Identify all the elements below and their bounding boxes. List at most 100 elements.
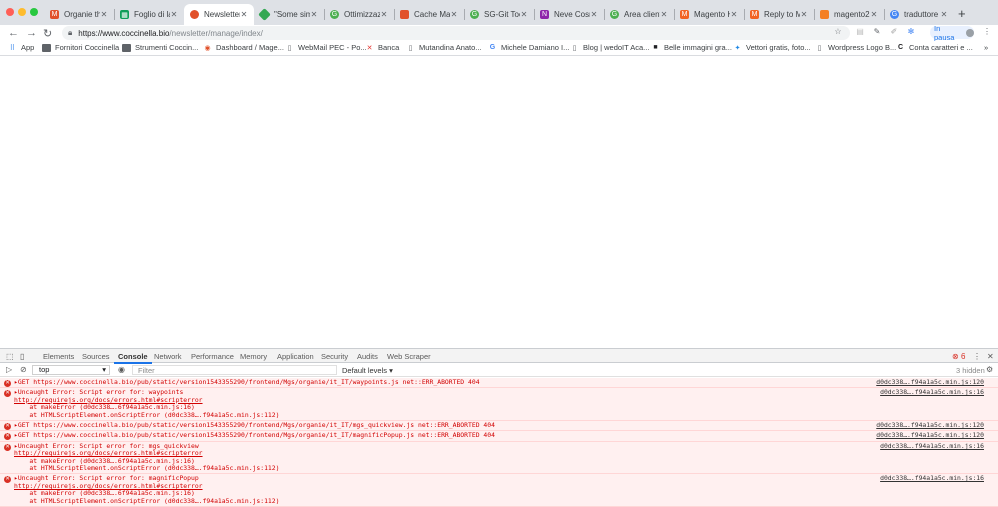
- devtools-tab-memory[interactable]: Memory: [240, 352, 267, 361]
- devtools-tab-security[interactable]: Security: [321, 352, 348, 361]
- close-icon[interactable]: ✕: [450, 10, 458, 19]
- log-levels-dropdown[interactable]: Default levels ▾: [342, 366, 393, 375]
- clear-console-icon[interactable]: ⊘: [20, 365, 27, 374]
- console-error-row[interactable]: ✕ ▸Uncaught Error: Script error for: mag…: [0, 474, 998, 507]
- bookmark-item[interactable]: G Michele Damiano I...: [488, 43, 570, 52]
- close-icon[interactable]: ✕: [240, 10, 248, 19]
- devtools-tab-network[interactable]: Network: [154, 352, 182, 361]
- browser-tab[interactable]: GSG-Git Tool✕: [464, 4, 534, 25]
- bookmark-item[interactable]: ◉ Dashboard / Mage...: [203, 43, 284, 52]
- extension-translate-icon[interactable]: ▤: [856, 28, 864, 36]
- document-icon: ▯: [408, 44, 413, 52]
- close-icon[interactable]: ✕: [100, 10, 108, 19]
- close-icon[interactable]: ✕: [310, 10, 318, 19]
- console-error-row[interactable]: ✕ ▸Uncaught Error: Script error for: way…: [0, 388, 998, 422]
- bookmark-item[interactable]: ■ Belle immagini gra...: [651, 43, 732, 52]
- close-icon[interactable]: ✕: [170, 10, 178, 19]
- browser-tab[interactable]: MOrganie the✕: [44, 4, 114, 25]
- browser-tab[interactable]: magento2 -✕: [814, 4, 884, 25]
- console-error-row[interactable]: ✕ ▸GET https://www.coccinella.bio/pub/st…: [0, 378, 998, 389]
- browser-tab[interactable]: MMagento He✕: [674, 4, 744, 25]
- browser-tab[interactable]: Cache Man✕: [394, 4, 464, 25]
- devtools-menu-icon[interactable]: ⋮: [973, 352, 981, 361]
- star-icon[interactable]: ☆: [834, 28, 842, 36]
- page-viewport: [0, 57, 998, 348]
- browser-tab[interactable]: MReply to Me✕: [744, 4, 814, 25]
- forward-arrow-icon[interactable]: →: [26, 27, 37, 39]
- error-count-badge[interactable]: ⊗ 6: [952, 352, 965, 361]
- context-selector[interactable]: top ▾: [32, 365, 110, 375]
- bookmark-item[interactable]: C Conta caratteri e ...: [896, 43, 973, 52]
- magento-icon: M: [50, 10, 59, 19]
- source-link[interactable]: d0dc338….f94a1a5c.min.js:120: [876, 432, 984, 440]
- bookmark-item[interactable]: ▯ Blog | wedoIT Aca...: [570, 43, 650, 52]
- devtools-tab-audits[interactable]: Audits: [357, 352, 378, 361]
- source-link[interactable]: d0dc338….f94a1a5c.min.js:16: [880, 442, 984, 450]
- bookmarks-overflow-button[interactable]: »: [984, 43, 988, 52]
- profile-paused-button[interactable]: In pausa: [930, 24, 974, 42]
- reload-icon[interactable]: ↻: [43, 27, 52, 40]
- browser-tab[interactable]: "Some simp✕: [254, 4, 324, 25]
- bookmark-folder[interactable]: Strumenti Coccin...: [122, 43, 198, 52]
- stackoverflow-icon: [820, 10, 829, 19]
- close-icon[interactable]: ✕: [940, 10, 948, 19]
- close-icon[interactable]: ✕: [520, 10, 528, 19]
- devtools-tab-web-scraper[interactable]: Web Scraper: [387, 352, 431, 361]
- close-icon[interactable]: ✕: [590, 10, 598, 19]
- back-arrow-icon[interactable]: ←: [8, 27, 19, 39]
- vector-icon: ✦: [734, 44, 741, 52]
- close-icon[interactable]: ✕: [870, 10, 878, 19]
- source-link[interactable]: d0dc338….f94a1a5c.min.js:120: [876, 421, 984, 429]
- sheets-icon: ▦: [120, 10, 129, 19]
- close-icon[interactable]: ✕: [660, 10, 668, 19]
- bookmark-item[interactable]: ✕ Banca: [365, 43, 400, 52]
- extension-eyedropper-icon[interactable]: ✐: [890, 28, 898, 36]
- maximize-window-button[interactable]: [30, 8, 38, 16]
- close-icon[interactable]: ✕: [730, 10, 738, 19]
- console-error-row[interactable]: ✕ ▸GET https://www.coccinella.bio/pub/st…: [0, 421, 998, 432]
- minimize-window-button[interactable]: [18, 8, 26, 16]
- browser-tab[interactable]: G Area clienti ✕: [604, 4, 674, 25]
- source-link[interactable]: d0dc338….f94a1a5c.min.js:16: [880, 475, 984, 483]
- magento-icon: M: [680, 10, 689, 19]
- source-link[interactable]: d0dc338….f94a1a5c.min.js:120: [876, 378, 984, 386]
- extension-gear-icon[interactable]: ✻: [907, 28, 915, 36]
- devtools-tab-sources[interactable]: Sources: [82, 352, 110, 361]
- console-filter-input[interactable]: Filter: [132, 365, 337, 375]
- console-toolbar: ▷ ⊘ top ▾ ◉ Filter Default levels ▾ 3 hid…: [0, 364, 998, 377]
- browser-tab[interactable]: NNeve Cosm✕: [534, 4, 604, 25]
- gear-icon[interactable]: ⚙: [986, 365, 993, 374]
- browser-tab[interactable]: G Ottimizzazi ✕: [324, 4, 394, 25]
- devtools-tab-elements[interactable]: Elements: [43, 352, 74, 361]
- bookmark-item[interactable]: ▯ Mutandina Anato...: [406, 43, 482, 52]
- bookmark-item[interactable]: ▯ Wordpress Logo B...: [815, 43, 897, 52]
- close-window-button[interactable]: [6, 8, 14, 16]
- sidebar-toggle-icon[interactable]: ▷: [6, 365, 12, 374]
- close-icon[interactable]: ✕: [380, 10, 388, 19]
- console-error-row[interactable]: ✕ ▸Uncaught Error: Script error for: mgs…: [0, 441, 998, 475]
- close-icon[interactable]: ✕: [800, 10, 808, 19]
- bookmark-item[interactable]: ▯ WebMail PEC - Po...: [285, 43, 367, 52]
- close-icon[interactable]: ✕: [987, 352, 994, 361]
- devtools-tab-performance[interactable]: Performance: [191, 352, 234, 361]
- bookmark-folder[interactable]: Fornitori Coccinella: [42, 43, 119, 52]
- new-tab-button[interactable]: +: [958, 6, 966, 21]
- browser-tab-active[interactable]: Newsletter ✕: [184, 4, 254, 25]
- console-error-row[interactable]: ✕ ▸GET https://www.coccinella.bio/pub/st…: [0, 431, 998, 442]
- menu-kebab-icon[interactable]: ⋮: [983, 28, 991, 36]
- device-toolbar-icon[interactable]: ▯: [20, 352, 24, 361]
- address-bar[interactable]: 🔒︎ https://www.coccinella.bio/newsletter…: [62, 26, 850, 40]
- error-icon: ✕: [4, 476, 11, 484]
- bookmark-apps[interactable]: ⠿ App: [8, 43, 34, 52]
- devtools-tab-console[interactable]: Console: [114, 352, 152, 364]
- browser-tab[interactable]: Gtraduttore ✕: [884, 4, 954, 25]
- devtools-tab-application[interactable]: Application: [277, 352, 314, 361]
- google-icon: G: [489, 44, 496, 51]
- bookmark-item[interactable]: ✦ Vettori gratis, foto...: [733, 43, 811, 52]
- inspect-element-icon[interactable]: ⬚: [6, 352, 14, 361]
- tab-divider: [814, 9, 815, 20]
- eye-icon[interactable]: ◉: [118, 365, 125, 374]
- extension-picker-icon[interactable]: ✎: [873, 28, 881, 36]
- browser-tab[interactable]: ▦ Foglio di la ✕: [114, 4, 184, 25]
- source-link[interactable]: d0dc338….f94a1a5c.min.js:16: [880, 388, 984, 396]
